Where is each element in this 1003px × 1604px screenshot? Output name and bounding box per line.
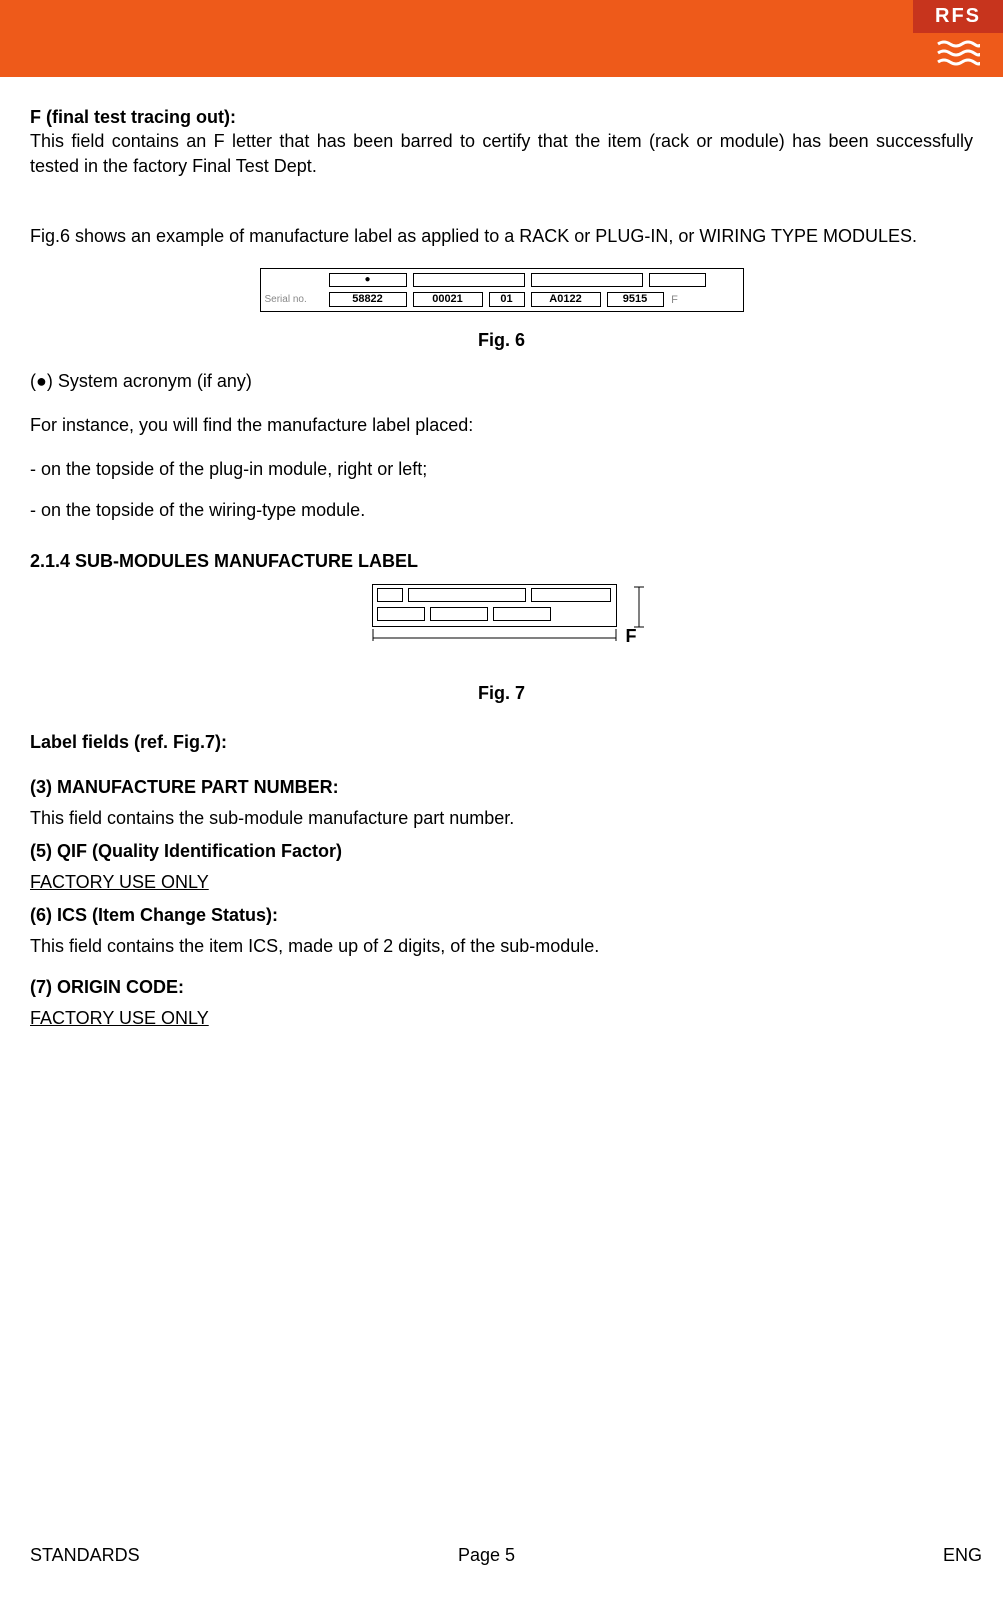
field-3: (3) MANUFACTURE PART NUMBER: This field … [30,774,973,832]
fig7-dim-horizontal [372,629,617,645]
fig7-r2-c3 [493,607,551,621]
field-6: (6) ICS (Item Change Status): This field… [30,902,973,960]
section-f-heading: F (final test tracing out): [30,107,236,127]
fig7-wrap: F [372,584,632,627]
footer-left: STANDARDS [30,1545,410,1566]
header-bar: RFS [0,0,1003,77]
fig6-cell-c: 01 [489,292,525,307]
page-footer: STANDARDS Page 5 ENG [30,1545,1003,1566]
fig7-r1-c3 [531,588,611,602]
field-3-heading: (3) MANUFACTURE PART NUMBER: [30,774,973,801]
fig6-cell-a: 58822 [329,292,407,307]
section-f-body: This field contains an F letter that has… [30,131,973,175]
placement-item-1: - on the topside of the plug-in module, … [30,458,973,481]
fig7-caption: Fig. 7 [30,683,973,704]
fig7-r1-c2 [408,588,526,602]
fig7-dim-vertical [634,586,646,628]
field-7-body: FACTORY USE ONLY [30,1005,973,1032]
fig6-top-empty-2 [531,273,643,287]
footer-center: Page 5 [410,1545,943,1566]
field-3-body: This field contains the sub-module manuf… [30,805,973,832]
field-7-heading: (7) ORIGIN CODE: [30,974,973,1001]
placement-item-2: - on the topside of the wiring-type modu… [30,499,973,522]
fig6-cell-b: 00021 [413,292,483,307]
fig6-top-empty-3 [649,273,706,287]
fig6-trailing-f: F [670,294,680,306]
placement-intro: For instance, you will find the manufact… [30,413,973,437]
footer-right: ENG [943,1545,1003,1566]
field-6-body: This field contains the item ICS, made u… [30,933,973,960]
fig7-r1-c1 [377,588,403,602]
field-7: (7) ORIGIN CODE: FACTORY USE ONLY [30,974,973,1032]
fig7-label-box [372,584,617,627]
fig6-dot-cell: ● [329,273,407,287]
section-214-heading: 2.1.4 SUB-MODULES MANUFACTURE LABEL [30,551,973,572]
logo-block: RFS [913,0,1003,77]
section-f: F (final test tracing out): This field c… [30,105,973,178]
field-5: (5) QIF (Quality Identification Factor) … [30,838,973,896]
fig6-intro: Fig.6 shows an example of manufacture la… [30,224,973,248]
serial-no-label: Serial no. [265,294,323,305]
field-6-heading: (6) ICS (Item Change Status): [30,902,973,929]
fig6-label-box: ● Serial no. 58822 00021 01 A0122 9515 F [260,268,744,312]
fig6-cell-d: A0122 [531,292,601,307]
logo-wave-box [913,33,1003,77]
wave-icon [936,38,980,73]
fig7-r2-c2 [430,607,488,621]
field-5-body: FACTORY USE ONLY [30,869,973,896]
fig6-top-trailing [712,274,722,286]
logo-text: RFS [913,0,1003,33]
label-fields-heading: Label fields (ref. Fig.7): [30,730,973,754]
fig6-blank-label [265,274,323,285]
fig7-r2-c1 [377,607,425,621]
fig6-cell-e: 9515 [607,292,664,307]
page-content: F (final test tracing out): This field c… [0,77,1003,1032]
dot-icon: ● [364,274,370,285]
fig7-f-label: F [626,626,637,647]
fig6-caption: Fig. 6 [30,330,973,351]
field-5-heading: (5) QIF (Quality Identification Factor) [30,838,973,865]
acronym-note: (●) System acronym (if any) [30,369,973,393]
fig6-top-empty-1 [413,273,525,287]
